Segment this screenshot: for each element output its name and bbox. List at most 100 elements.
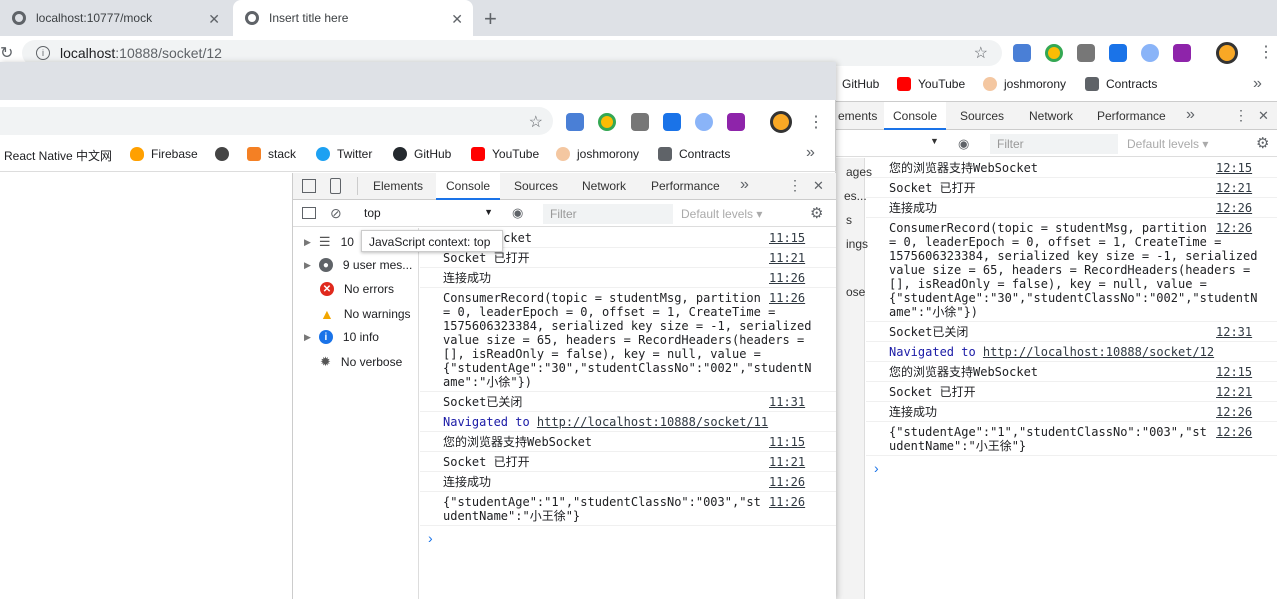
menu-icon[interactable]: ⋮ bbox=[1258, 42, 1274, 62]
eye-icon[interactable]: ◉ bbox=[512, 205, 523, 221]
bookmark-stack[interactable]: stack bbox=[247, 147, 296, 161]
navigated-url-link[interactable]: http://localhost:10888/socket/12 bbox=[983, 345, 1214, 359]
console-prompt[interactable]: › bbox=[428, 530, 433, 546]
bookmark-github[interactable]: GitHub bbox=[842, 77, 879, 91]
tab-sources[interactable]: Sources bbox=[960, 109, 1004, 123]
message-text: Socket 已打开 bbox=[889, 181, 976, 195]
sidebar-info[interactable]: ▶ i 10 info bbox=[304, 330, 379, 344]
log-levels-dropdown[interactable]: Default levels ▾ bbox=[681, 207, 762, 221]
extension-icon[interactable] bbox=[598, 113, 616, 131]
devtools-menu-icon[interactable]: ⋮ bbox=[1234, 107, 1248, 124]
bookmark-youtube[interactable]: YouTube bbox=[897, 77, 965, 91]
tab-console[interactable]: Console bbox=[893, 109, 937, 123]
navigated-url-link[interactable]: http://localhost:10888/socket/11 bbox=[537, 415, 768, 429]
source-link[interactable]: 11:26 bbox=[769, 495, 805, 509]
device-toolbar-icon[interactable] bbox=[330, 178, 341, 194]
extension-icon[interactable] bbox=[1045, 44, 1063, 62]
bookmark-firebase[interactable]: Firebase bbox=[130, 147, 198, 161]
cast-icon[interactable] bbox=[663, 113, 681, 131]
gear-icon[interactable]: ⚙ bbox=[1256, 134, 1269, 152]
tab-performance[interactable]: Performance bbox=[651, 179, 720, 193]
bookmark-youtube[interactable]: YouTube bbox=[471, 147, 539, 161]
gear-icon[interactable]: ⚙ bbox=[810, 204, 823, 222]
source-link[interactable]: 12:21 bbox=[1216, 385, 1252, 399]
source-link[interactable]: 11:15 bbox=[769, 435, 805, 449]
avatar[interactable] bbox=[1216, 42, 1238, 64]
close-icon[interactable]: ✕ bbox=[813, 178, 824, 194]
tab-insert-title[interactable]: Insert title here ✕ bbox=[233, 0, 473, 36]
bookmarks-more[interactable]: » bbox=[1253, 75, 1262, 93]
tab-network[interactable]: Network bbox=[582, 179, 626, 193]
close-icon[interactable]: ✕ bbox=[208, 11, 220, 28]
menu-icon[interactable]: ⋮ bbox=[808, 112, 824, 132]
star-icon[interactable]: ☆ bbox=[974, 43, 988, 63]
bookmark-twitter[interactable]: Twitter bbox=[316, 147, 372, 161]
source-link[interactable]: 11:26 bbox=[769, 291, 805, 305]
source-link[interactable]: 12:21 bbox=[1216, 181, 1252, 195]
tab-performance[interactable]: Performance bbox=[1097, 109, 1166, 123]
console-message: 您的浏览器支持WebSocket 11:15 bbox=[420, 432, 836, 452]
new-tab-button[interactable]: + bbox=[484, 6, 497, 32]
tab-console[interactable]: Console bbox=[446, 179, 490, 193]
tab-network[interactable]: Network bbox=[1029, 109, 1073, 123]
context-selector[interactable]: top ▼ bbox=[356, 203, 497, 225]
dropdown-arrow-icon[interactable]: ▼ bbox=[930, 136, 939, 146]
info-icon[interactable]: i bbox=[36, 46, 50, 60]
more-tabs[interactable]: » bbox=[740, 176, 749, 194]
source-link[interactable]: 11:15 bbox=[769, 231, 805, 245]
source-link[interactable]: 12:15 bbox=[1216, 365, 1252, 379]
source-link[interactable]: 12:26 bbox=[1216, 425, 1252, 439]
bookmark-contracts[interactable]: Contracts bbox=[658, 147, 730, 161]
bookmark-contracts[interactable]: Contracts bbox=[1085, 77, 1157, 91]
source-link[interactable]: 11:21 bbox=[769, 251, 805, 265]
source-link[interactable]: 11:26 bbox=[769, 271, 805, 285]
bookmark-joshmorony[interactable]: joshmorony bbox=[556, 147, 639, 161]
message-text: {"studentAge":"1","studentClassNo":"003"… bbox=[889, 425, 1207, 453]
eye-icon[interactable]: ◉ bbox=[958, 136, 969, 152]
star-icon[interactable]: ☆ bbox=[529, 112, 543, 132]
gmail-icon[interactable] bbox=[631, 113, 649, 131]
bookmarks-more[interactable]: » bbox=[806, 144, 815, 162]
sidebar-user-messages[interactable]: ▶ ● 9 user mes... bbox=[304, 258, 412, 272]
extension-icon[interactable] bbox=[1141, 44, 1159, 62]
cast-icon[interactable] bbox=[1109, 44, 1127, 62]
sidebar-warnings[interactable]: ▲ No warnings bbox=[320, 306, 411, 322]
close-icon[interactable]: ✕ bbox=[1258, 108, 1269, 124]
bookmark-globe[interactable] bbox=[215, 147, 236, 161]
sidebar-verbose[interactable]: ✹ No verbose bbox=[320, 354, 402, 370]
tab-sources[interactable]: Sources bbox=[514, 179, 558, 193]
clear-console-icon[interactable]: ⊘ bbox=[330, 205, 342, 222]
source-link[interactable]: 11:26 bbox=[769, 475, 805, 489]
tab-elements[interactable]: Elements bbox=[373, 179, 423, 193]
translate-icon[interactable] bbox=[566, 113, 584, 131]
devtools-menu-icon[interactable]: ⋮ bbox=[788, 177, 802, 194]
bookmark-joshmorony[interactable]: joshmorony bbox=[983, 77, 1066, 91]
console-prompt[interactable]: › bbox=[874, 460, 879, 476]
source-link[interactable]: 12:26 bbox=[1216, 405, 1252, 419]
tab-elements[interactable]: ements bbox=[838, 109, 877, 123]
source-link[interactable]: 12:26 bbox=[1216, 221, 1252, 235]
source-link[interactable]: 12:31 bbox=[1216, 325, 1252, 339]
avatar[interactable] bbox=[770, 111, 792, 133]
sidebar-toggle-icon[interactable] bbox=[302, 207, 316, 219]
bookmark-react-native[interactable]: React Native 中文网 bbox=[4, 147, 112, 164]
source-link[interactable]: 11:31 bbox=[769, 395, 805, 409]
source-link[interactable]: 12:15 bbox=[1216, 161, 1252, 175]
rp-icon[interactable] bbox=[1173, 44, 1191, 62]
source-link[interactable]: 11:21 bbox=[769, 455, 805, 469]
translate-icon[interactable] bbox=[1013, 44, 1031, 62]
inner-address-bar[interactable]: ☆ bbox=[0, 107, 553, 135]
sidebar-messages[interactable]: ▶ ☰ 10 bbox=[304, 234, 354, 250]
sidebar-errors[interactable]: ✕ No errors bbox=[320, 282, 394, 296]
bookmark-github[interactable]: GitHub bbox=[393, 147, 451, 161]
gmail-icon[interactable] bbox=[1077, 44, 1095, 62]
reload-icon[interactable]: ↻ bbox=[0, 43, 13, 63]
tab-mock[interactable]: localhost:10777/mock ✕ bbox=[0, 0, 230, 36]
extension-icon[interactable] bbox=[695, 113, 713, 131]
inspect-icon[interactable] bbox=[302, 179, 316, 193]
rp-icon[interactable] bbox=[727, 113, 745, 131]
source-link[interactable]: 12:26 bbox=[1216, 201, 1252, 215]
more-tabs[interactable]: » bbox=[1186, 106, 1195, 124]
log-levels-dropdown[interactable]: Default levels ▾ bbox=[1127, 137, 1208, 151]
close-icon[interactable]: ✕ bbox=[451, 11, 463, 28]
